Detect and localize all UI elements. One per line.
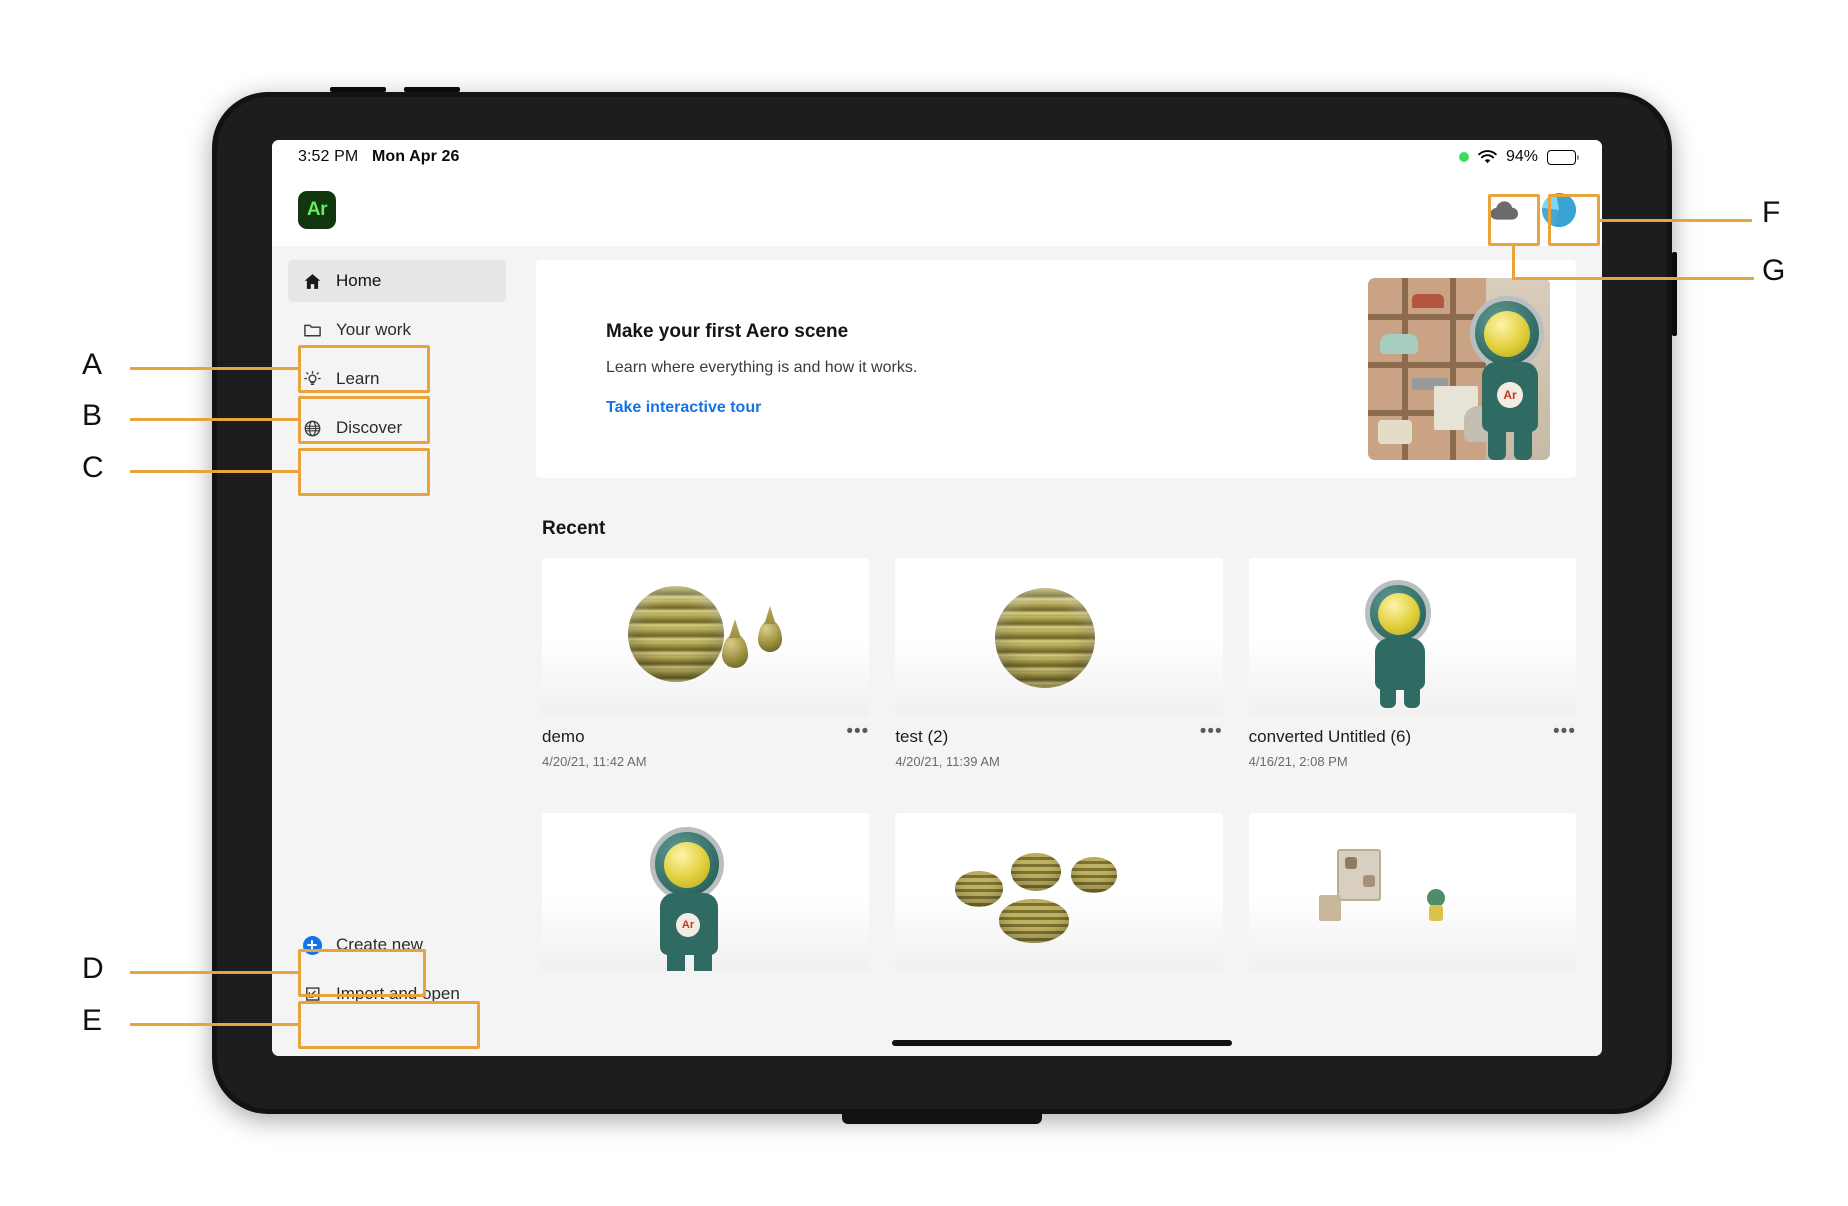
recent-card-overflow-menu[interactable]: ••• [1553,722,1576,741]
sidebar-bottom-actions: Create new Import and open [288,924,506,1056]
callout-label-e: E [82,1004,103,1037]
callout-label-f: F [1762,196,1781,229]
recent-card-meta: converted Untitled (6) 4/16/21, 2:08 PM … [1248,722,1576,770]
leader-line-f [1600,219,1752,222]
plus-circle-icon [302,935,322,955]
take-interactive-tour-link[interactable]: Take interactive tour [606,399,917,417]
recent-grid: demo 4/20/21, 11:42 AM ••• test (2) 4/20… [536,558,1576,972]
recent-card-thumbnail [895,558,1223,716]
recent-card-name: converted Untitled (6) [1248,727,1412,746]
callout-label-a: A [82,348,103,381]
recent-card-thumbnail [542,558,870,716]
connector-port [842,1114,1042,1124]
recent-card-meta: demo 4/20/21, 11:42 AM ••• [542,722,869,770]
home-icon [302,271,322,291]
sidebar-item-label: Home [336,271,382,290]
sidebar-item-label: Your work [336,320,411,339]
recent-card[interactable] [895,813,1223,972]
status-bar: 3:52 PM Mon Apr 26 94% [272,140,1602,174]
hero-subtitle: Learn where everything is and how it wor… [606,359,918,376]
tablet-device: 3:52 PM Mon Apr 26 94% Ar Home Your work… [212,87,1677,1124]
sidebar-item-label: Discover [336,418,403,437]
sidebar: Home Your work Learn Discover Create new… [272,246,522,1056]
recent-card-thumbnail [1248,558,1576,716]
recent-card-name: test (2) [895,727,949,746]
hero-title: Make your first Aero scene [606,321,849,342]
leader-line-e [130,1023,300,1026]
recent-card-date: 4/20/21, 11:42 AM [542,754,647,770]
recent-card-thumbnail [1248,813,1576,972]
create-new-button[interactable]: Create new [288,924,506,966]
hero-thumbnail: Ar [1368,278,1550,460]
battery-icon [1547,149,1580,165]
volume-down-button[interactable] [404,87,460,92]
sidebar-item-home[interactable]: Home [288,260,506,302]
wifi-icon [1478,149,1497,165]
user-avatar[interactable] [1542,193,1576,227]
recent-card-overflow-menu[interactable]: ••• [846,722,869,741]
leader-line-a [130,367,300,370]
power-button[interactable] [1672,252,1677,336]
recent-card-thumbnail: Ar [542,813,870,972]
recent-card[interactable]: test (2) 4/20/21, 11:39 AM ••• [895,558,1223,770]
recent-card-date: 4/20/21, 11:39 AM [895,754,1000,770]
folder-icon [302,320,322,340]
leader-line-g [1512,277,1754,280]
leader-line-d [130,971,300,974]
recent-card-date: 4/16/21, 2:08 PM [1248,754,1348,770]
callout-label-c: C [82,451,104,484]
recent-card-thumbnail [895,813,1223,972]
recent-card-overflow-menu[interactable]: ••• [1200,722,1223,741]
hero-text: Make your first Aero scene Learn where e… [606,321,917,417]
recent-card-meta: test (2) 4/20/21, 11:39 AM ••• [895,722,1223,770]
create-new-label: Create new [336,935,423,954]
cloud-icon[interactable] [1486,195,1522,225]
annotated-screenshot: 3:52 PM Mon Apr 26 94% Ar Home Your work… [0,0,1848,1206]
green-status-dot [1458,152,1469,162]
leader-line-b [130,418,300,421]
callout-label-b: B [82,399,103,432]
status-bar-left: 3:52 PM Mon Apr 26 [298,148,459,166]
status-bar-right: 94% [1458,148,1580,166]
tablet-screen: 3:52 PM Mon Apr 26 94% Ar Home Your work… [272,140,1602,1056]
aero-app-logo[interactable]: Ar [298,191,336,229]
recent-card[interactable]: Ar [542,813,870,972]
battery-percent: 94% [1505,148,1538,165]
import-and-open-button[interactable]: Import and open [288,973,506,1015]
recent-section-title: Recent [542,518,606,539]
app-body: Home Your work Learn Discover Create new… [272,246,1602,1056]
sidebar-item-label: Learn [336,369,380,388]
hero-card[interactable]: Make your first Aero scene Learn where e… [536,260,1576,478]
main-content: Make your first Aero scene Learn where e… [522,246,1602,1056]
recent-card-name: demo [542,727,585,746]
lightbulb-icon [302,369,322,389]
sidebar-item-your-work[interactable]: Your work [288,309,506,351]
import-arrow-icon [302,984,322,1004]
home-indicator[interactable] [892,1040,1232,1046]
recent-card[interactable]: converted Untitled (6) 4/16/21, 2:08 PM … [1248,558,1576,770]
recent-card[interactable]: demo 4/20/21, 11:42 AM ••• [542,558,870,770]
status-date: Mon Apr 26 [371,148,460,165]
globe-icon [302,418,322,438]
header-actions [1486,193,1576,227]
leader-line-c [130,470,300,473]
app-header: Ar [272,174,1602,246]
leader-line-g-vertical [1512,246,1515,280]
recent-card[interactable] [1248,813,1576,972]
callout-label-g: G [1762,254,1786,287]
sidebar-item-learn[interactable]: Learn [288,358,506,400]
volume-up-button[interactable] [330,87,386,92]
sidebar-item-discover[interactable]: Discover [288,407,506,449]
import-and-open-label: Import and open [336,984,460,1003]
callout-label-d: D [82,952,104,985]
status-time: 3:52 PM [298,148,359,165]
